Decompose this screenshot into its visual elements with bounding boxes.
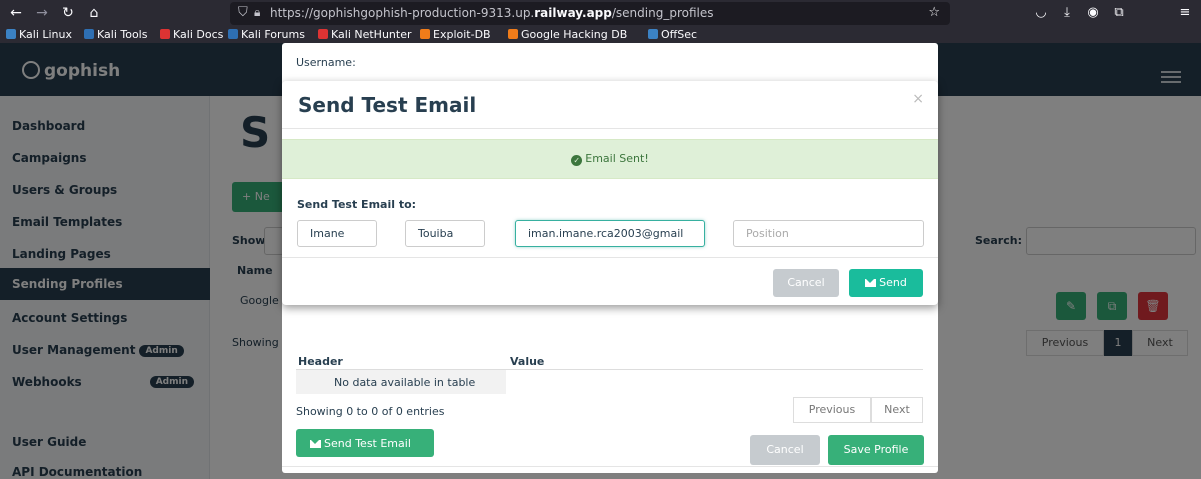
first-name-field[interactable]: Imane (297, 220, 377, 247)
check-circle-icon: ✓ (571, 155, 583, 166)
cancel-button[interactable]: Cancel (773, 269, 839, 297)
ghdb-icon (508, 29, 518, 39)
headers-next-button[interactable]: Next (871, 397, 923, 423)
send-button[interactable]: Send (849, 269, 923, 297)
bookmark-google-hacking-db[interactable]: Google Hacking DB (508, 28, 627, 41)
menu-icon[interactable]: ≡ (1176, 4, 1194, 22)
pocket-icon[interactable]: ◡ (1032, 4, 1050, 22)
modal-footer-divider (282, 466, 938, 467)
forward-icon[interactable]: → (32, 4, 52, 22)
nethunter-icon (318, 29, 328, 39)
header-column[interactable]: Header (298, 355, 343, 368)
envelope-icon (310, 440, 321, 448)
url-text[interactable]: https://gophishgophish-production-9313.u… (270, 6, 714, 20)
modal-title: Send Test Email (298, 93, 477, 117)
send-to-label: Send Test Email to: (297, 198, 417, 211)
last-name-field[interactable]: Touiba (405, 220, 485, 247)
reload-icon[interactable]: ↻ (58, 4, 78, 22)
bookmark-offsec[interactable]: OffSec (648, 28, 697, 41)
back-icon[interactable]: ← (6, 4, 26, 22)
download-icon[interactable]: ⤓ (1058, 4, 1076, 22)
send-test-email-button[interactable]: Send Test Email (296, 429, 434, 457)
bookmark-star-icon[interactable]: ☆ (928, 5, 940, 20)
offsec-icon (648, 29, 658, 39)
email-field[interactable]: iman.imane.rca2003@gmail (515, 220, 705, 247)
kali-forums-icon (228, 29, 238, 39)
empty-table-message: No data available in table (296, 370, 506, 394)
kali-icon (6, 29, 16, 39)
bookmark-kali-linux[interactable]: Kali Linux (6, 28, 72, 41)
home-icon[interactable]: ⌂ (84, 4, 104, 22)
save-profile-button[interactable]: Save Profile (828, 435, 924, 465)
bookmark-exploit-db[interactable]: Exploit-DB (420, 28, 491, 41)
bookmark-kali-docs[interactable]: Kali Docs (160, 28, 223, 41)
value-column[interactable]: Value (510, 355, 544, 368)
lock-icon[interactable]: 🔒︎ (254, 5, 260, 20)
send-test-email-modal: Send Test Email × ✓ Email Sent! Send Test… (282, 81, 938, 305)
kali-tools-icon (84, 29, 94, 39)
extensions-icon[interactable]: ⧉ (1110, 4, 1128, 22)
exploit-db-icon (420, 29, 430, 39)
account-icon[interactable]: ◉ (1084, 4, 1102, 22)
close-icon[interactable]: × (912, 91, 924, 107)
position-field[interactable]: Position (733, 220, 924, 247)
username-label: Username: (296, 56, 356, 69)
email-sent-alert: ✓ Email Sent! (282, 139, 938, 179)
shield-icon[interactable]: ⛉ (238, 5, 248, 20)
headers-previous-button[interactable]: Previous (793, 397, 871, 423)
modal-footer-divider (282, 257, 938, 258)
showing-entries-text: Showing 0 to 0 of 0 entries (296, 405, 445, 418)
browser-toolbar: ← → ↻ ⌂ ⛉ 🔒︎ https://gophishgophish-prod… (0, 0, 1201, 27)
profile-cancel-button[interactable]: Cancel (750, 435, 820, 465)
modal-header-divider (282, 128, 938, 129)
bookmark-kali-nethunter[interactable]: Kali NetHunter (318, 28, 412, 41)
kali-docs-icon (160, 29, 170, 39)
bookmarks-bar: Kali Linux Kali Tools Kali Docs Kali For… (0, 27, 1201, 43)
address-bar[interactable]: ⛉ 🔒︎ https://gophishgophish-production-9… (230, 2, 950, 25)
bookmark-kali-tools[interactable]: Kali Tools (84, 28, 147, 41)
bookmark-kali-forums[interactable]: Kali Forums (228, 28, 305, 41)
envelope-icon (865, 279, 877, 287)
